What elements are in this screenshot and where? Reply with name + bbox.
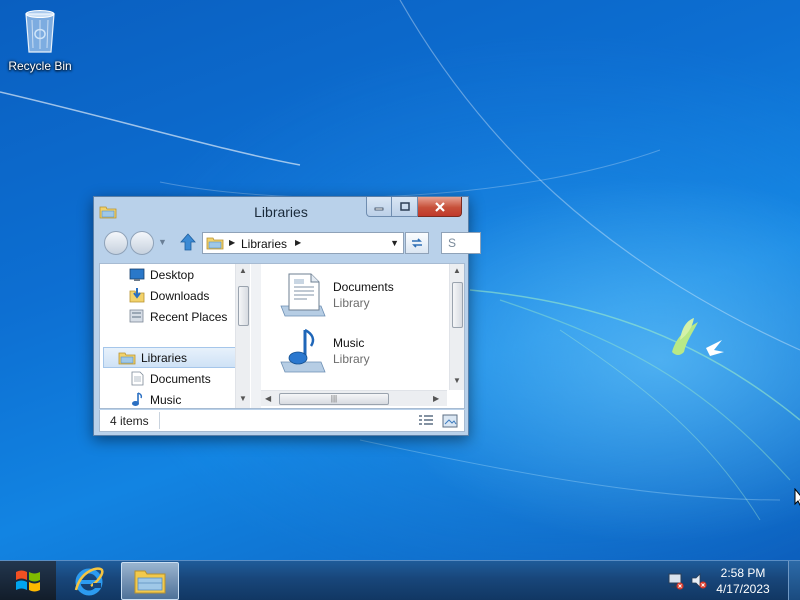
- taskbar: 2:58 PM 4/17/2023: [0, 560, 800, 600]
- recycle-bin-label: Recycle Bin: [8, 59, 72, 73]
- library-name: Documents: [333, 280, 394, 294]
- mouse-cursor: [794, 488, 800, 507]
- scroll-thumb[interactable]: [452, 282, 463, 328]
- documents-library-icon: [280, 273, 326, 317]
- file-explorer-icon: [134, 570, 166, 594]
- scroll-left-icon[interactable]: ◀: [265, 394, 271, 403]
- documents-icon: [131, 371, 144, 386]
- nav-item-libraries[interactable]: Libraries: [103, 347, 239, 368]
- nav-item-label: Libraries: [141, 350, 188, 365]
- libraries-folder-icon: [206, 237, 224, 250]
- notification-area: 2:58 PM 4/17/2023: [660, 561, 800, 600]
- clock-time: 2:58 PM: [720, 566, 766, 580]
- navigation-pane: Desktop Downloads Recent Places Librarie…: [100, 264, 250, 408]
- breadcrumb-libraries[interactable]: Libraries: [241, 237, 287, 251]
- nav-item-label: Downloads: [150, 288, 210, 303]
- desktop-icon-recycle-bin[interactable]: Recycle Bin: [6, 6, 74, 73]
- library-item-music[interactable]: Music Library: [277, 326, 437, 376]
- nav-item-label: Recent Places: [150, 309, 228, 324]
- recycle-bin-icon: [25, 10, 55, 53]
- search-input[interactable]: S: [441, 232, 481, 254]
- address-bar[interactable]: ▶ Libraries ▶ ▼: [202, 232, 404, 254]
- clock[interactable]: 2:58 PM 4/17/2023: [708, 565, 778, 597]
- close-button[interactable]: [418, 197, 462, 217]
- item-count: 4 items: [110, 414, 149, 428]
- maximize-button[interactable]: [392, 197, 418, 217]
- recent-places-icon: [129, 309, 144, 323]
- navigation-bar: ▼ ▶ Libraries ▶ ▼ S: [100, 229, 481, 257]
- address-dropdown-icon[interactable]: ▼: [390, 238, 399, 248]
- details-view-icon[interactable]: [418, 414, 434, 428]
- nav-item-music[interactable]: Music: [100, 389, 240, 408]
- minimize-icon: [374, 207, 384, 210]
- scroll-thumb[interactable]: [238, 286, 249, 326]
- up-arrow-icon[interactable]: [180, 233, 196, 251]
- breadcrumb-arrow-icon[interactable]: ▶: [229, 238, 235, 247]
- nav-item-label: Music: [150, 392, 182, 407]
- file-list-pane: Documents Library Music Library ◀ ||| ▶: [261, 264, 464, 408]
- back-button[interactable]: [104, 231, 128, 255]
- large-icons-view-icon[interactable]: [442, 414, 458, 428]
- nav-item-documents[interactable]: Documents: [100, 368, 240, 389]
- libraries-window: Libraries ▼ ▶ Libraries ▶ ▼ S Desktop Do…: [93, 196, 481, 436]
- scroll-down-icon[interactable]: ▼: [236, 394, 250, 403]
- nav-item-recent-places[interactable]: Recent Places: [100, 306, 240, 327]
- internet-explorer-button[interactable]: [60, 562, 118, 600]
- navigation-pane-scrollbar[interactable]: ▲ ▼: [235, 264, 250, 408]
- scroll-up-icon[interactable]: ▲: [236, 266, 250, 275]
- volume-muted-icon[interactable]: [690, 572, 708, 590]
- library-name: Music: [333, 336, 365, 350]
- start-button[interactable]: [0, 561, 56, 600]
- bird-logo: [672, 318, 724, 356]
- refresh-icon: [412, 238, 422, 248]
- scroll-up-icon[interactable]: ▲: [450, 266, 464, 275]
- title-bar[interactable]: Libraries: [94, 197, 468, 227]
- nav-item-label: Desktop: [150, 267, 195, 282]
- maximize-icon: [399, 201, 410, 211]
- music-icon: [132, 392, 143, 406]
- desktop-icon: [129, 268, 145, 281]
- nav-item-label: Documents: [150, 371, 211, 386]
- internet-explorer-icon: [74, 567, 104, 596]
- network-icon[interactable]: [668, 572, 684, 590]
- clock-date: 4/17/2023: [716, 582, 770, 596]
- file-pane-horizontal-scrollbar[interactable]: ◀ ||| ▶: [261, 390, 447, 406]
- scroll-down-icon[interactable]: ▼: [450, 376, 464, 385]
- library-type: Library: [333, 296, 370, 310]
- refresh-button[interactable]: [405, 232, 429, 254]
- close-icon: [434, 201, 445, 212]
- breadcrumb-arrow-icon[interactable]: ▶: [295, 238, 301, 247]
- scroll-right-icon[interactable]: ▶: [433, 394, 439, 403]
- minimize-button[interactable]: [366, 197, 392, 217]
- status-bar: 4 items: [99, 410, 465, 432]
- scroll-thumb[interactable]: |||: [279, 393, 389, 405]
- music-library-icon: [280, 328, 326, 373]
- pane-splitter[interactable]: [251, 264, 261, 408]
- recent-pages-dropdown-icon[interactable]: ▼: [158, 237, 167, 247]
- library-item-documents[interactable]: Documents Library: [277, 270, 437, 320]
- libraries-icon: [118, 352, 136, 364]
- show-desktop-button[interactable]: [788, 561, 800, 600]
- search-placeholder: S: [448, 236, 457, 250]
- nav-item-downloads[interactable]: Downloads: [100, 285, 240, 306]
- downloads-icon: [129, 288, 145, 303]
- windows-start-icon: [16, 570, 40, 592]
- status-separator: [159, 412, 160, 429]
- explorer-content: Desktop Downloads Recent Places Librarie…: [99, 263, 465, 409]
- forward-button[interactable]: [130, 231, 154, 255]
- library-type: Library: [333, 352, 370, 366]
- file-explorer-button[interactable]: [121, 562, 179, 600]
- file-pane-vertical-scrollbar[interactable]: ▲ ▼: [449, 264, 464, 390]
- nav-item-desktop[interactable]: Desktop: [100, 264, 240, 285]
- caption-buttons: [366, 197, 462, 217]
